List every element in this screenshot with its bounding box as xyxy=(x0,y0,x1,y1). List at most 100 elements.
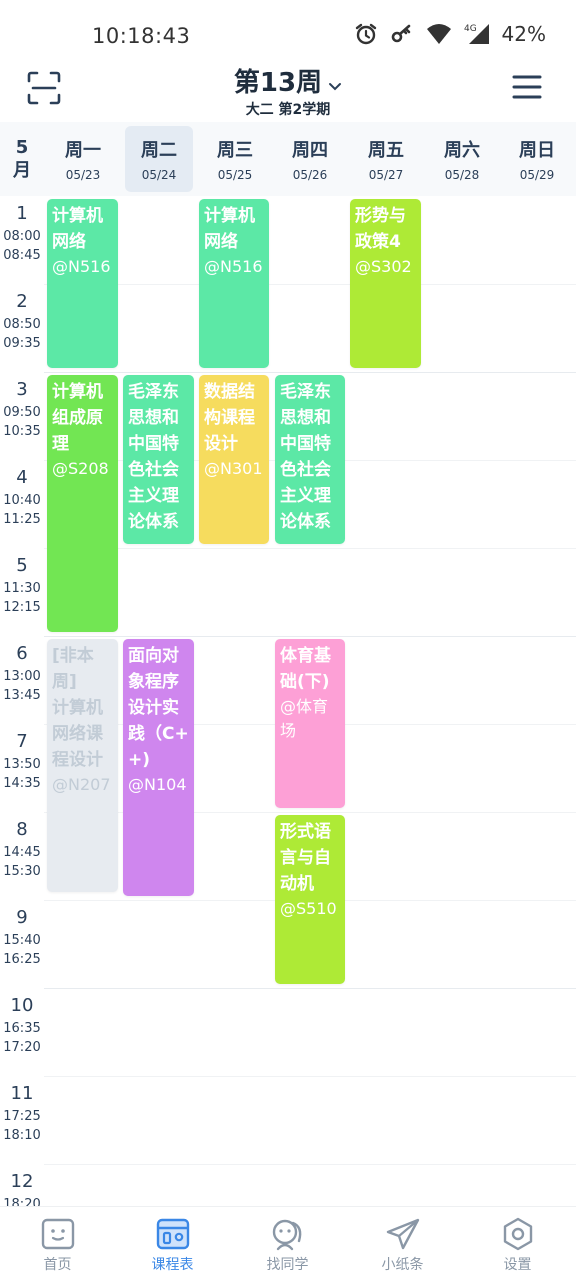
course-card[interactable]: 计算机组成原理 @S208 xyxy=(47,375,118,632)
grid-line xyxy=(44,1164,576,1165)
course-card[interactable]: 计算机网络 @N516 xyxy=(47,199,118,368)
period-start: 08:50 xyxy=(3,317,41,332)
period-end: 09:35 xyxy=(3,336,41,351)
course-card[interactable]: 计算机网络 @N516 xyxy=(199,199,269,368)
period-start: 15:40 xyxy=(3,933,41,948)
course-room: @S510 xyxy=(280,899,337,918)
status-icons: 4G 42% xyxy=(354,22,546,46)
month-label: 5 月 xyxy=(0,122,44,196)
day-name: 周六 xyxy=(444,140,480,161)
period-number: 4 xyxy=(16,467,28,488)
grid-line xyxy=(44,1076,576,1077)
day-header-tue-today[interactable]: 周二 05/24 xyxy=(125,126,193,192)
day-date: 05/27 xyxy=(368,168,404,182)
nav-notes[interactable]: 小纸条 xyxy=(345,1207,460,1280)
nav-schedule[interactable]: 课程表 xyxy=(115,1207,230,1280)
nav-label: 小纸条 xyxy=(381,1257,424,1273)
day-date: 05/26 xyxy=(292,168,328,182)
grid-line xyxy=(44,372,576,373)
day-name: 周五 xyxy=(368,140,404,161)
period-number: 6 xyxy=(16,643,28,664)
timetable-grid[interactable]: 1 08:00 08:45 2 08:50 09:35 3 09:50 10:35 4 10:… xyxy=(0,196,576,1206)
day-header-thu[interactable]: 周四 05/26 xyxy=(276,126,344,192)
grid-line xyxy=(44,988,576,989)
period-start: 08:00 xyxy=(3,229,41,244)
course-room: @N301 xyxy=(204,459,263,478)
period-start: 14:45 xyxy=(3,845,41,860)
period-3: 3 09:50 10:35 xyxy=(0,372,44,460)
cellular-signal-icon: 4G xyxy=(464,24,489,44)
course-room: @体育场 xyxy=(280,697,329,740)
vpn-key-icon xyxy=(391,24,410,43)
period-number: 11 xyxy=(10,1083,34,1104)
battery-level: 42% xyxy=(501,22,546,46)
nav-home[interactable]: 首页 xyxy=(0,1207,115,1280)
bottom-nav: 首页 课程表 找同学 小纸条 设置 xyxy=(0,1206,576,1280)
course-card[interactable]: 体育基础(下) @体育场 xyxy=(275,639,345,808)
day-name: 周四 xyxy=(292,140,328,161)
period-4: 4 10:40 11:25 xyxy=(0,460,44,548)
day-header-fri[interactable]: 周五 05/27 xyxy=(352,126,420,192)
period-start: 10:40 xyxy=(3,493,41,508)
period-number: 8 xyxy=(16,819,28,840)
period-11: 11 17:25 18:10 xyxy=(0,1076,44,1164)
course-card[interactable]: 形势与政策4 @S302 xyxy=(350,199,421,368)
period-start: 16:35 xyxy=(3,1021,41,1036)
nav-label: 找同学 xyxy=(266,1257,309,1273)
chevron-down-icon xyxy=(328,77,342,96)
grid-line xyxy=(44,548,576,549)
day-name: 周一 xyxy=(65,140,101,161)
nav-settings[interactable]: 设置 xyxy=(460,1207,575,1280)
day-date: 05/28 xyxy=(444,168,480,182)
not-this-week-flag: [非本周] xyxy=(52,646,94,692)
period-12: 12 18:20 xyxy=(0,1164,44,1206)
period-start: 11:30 xyxy=(3,581,41,596)
schedule-icon xyxy=(156,1218,189,1250)
course-card-not-this-week[interactable]: [非本周] 计算机网络课程设计 @N207 xyxy=(47,639,118,892)
nav-label: 设置 xyxy=(503,1257,532,1273)
day-date: 05/29 xyxy=(519,168,555,182)
course-name: 面向对象程序设计实践（C++) xyxy=(128,646,189,770)
period-number: 2 xyxy=(16,291,28,312)
period-number: 5 xyxy=(16,555,28,576)
period-number: 1 xyxy=(16,203,28,224)
paper-plane-icon xyxy=(386,1218,419,1250)
top-header: 第13周 大二 第2学期 xyxy=(0,58,576,120)
course-card[interactable]: 毛泽东思想和中国特色社会主义理论体系 xyxy=(275,375,345,544)
period-end: 16:25 xyxy=(3,952,41,967)
period-number: 10 xyxy=(10,995,34,1016)
course-room: @S302 xyxy=(355,257,412,276)
course-card[interactable]: 数据结构课程设计 @N301 xyxy=(199,375,269,544)
home-face-icon xyxy=(41,1218,74,1250)
grid-line xyxy=(44,284,576,285)
nav-find-classmates[interactable]: 找同学 xyxy=(230,1207,345,1280)
period-end: 08:45 xyxy=(3,248,41,263)
day-header-wed[interactable]: 周三 05/25 xyxy=(201,126,269,192)
period-end: 11:25 xyxy=(3,512,41,527)
term-label: 大二 第2学期 xyxy=(245,102,331,118)
month-unit: 月 xyxy=(13,160,31,181)
period-end: 14:35 xyxy=(3,776,41,791)
period-2: 2 08:50 09:35 xyxy=(0,284,44,372)
period-10: 10 16:35 17:20 xyxy=(0,988,44,1076)
course-name: 毛泽东思想和中国特色社会主义理论体系 xyxy=(280,382,331,532)
course-card[interactable]: 毛泽东思想和中国特色社会主义理论体系 xyxy=(123,375,194,544)
period-5: 5 11:30 12:15 xyxy=(0,548,44,636)
menu-button[interactable] xyxy=(512,72,542,102)
period-end: 10:35 xyxy=(3,424,41,439)
day-header-mon[interactable]: 周一 05/23 xyxy=(49,126,117,192)
course-card[interactable]: 形式语言与自动机 @S510 xyxy=(275,815,345,984)
day-header-sun[interactable]: 周日 05/29 xyxy=(503,126,571,192)
day-date: 05/25 xyxy=(217,168,253,182)
day-header-sat[interactable]: 周六 05/28 xyxy=(428,126,496,192)
course-card[interactable]: 面向对象程序设计实践（C++) @N104 xyxy=(123,639,194,896)
wifi-icon xyxy=(426,24,451,44)
period-number: 9 xyxy=(16,907,28,928)
course-name: 计算机网络 xyxy=(52,206,103,252)
course-name: 数据结构课程设计 xyxy=(204,382,255,454)
alarm-icon xyxy=(355,23,376,45)
period-start: 13:50 xyxy=(3,757,41,772)
week-selector[interactable]: 第13周 xyxy=(0,62,576,99)
period-end: 18:10 xyxy=(3,1128,41,1143)
period-column: 1 08:00 08:45 2 08:50 09:35 3 09:50 10:35 4 10:… xyxy=(0,196,44,1206)
